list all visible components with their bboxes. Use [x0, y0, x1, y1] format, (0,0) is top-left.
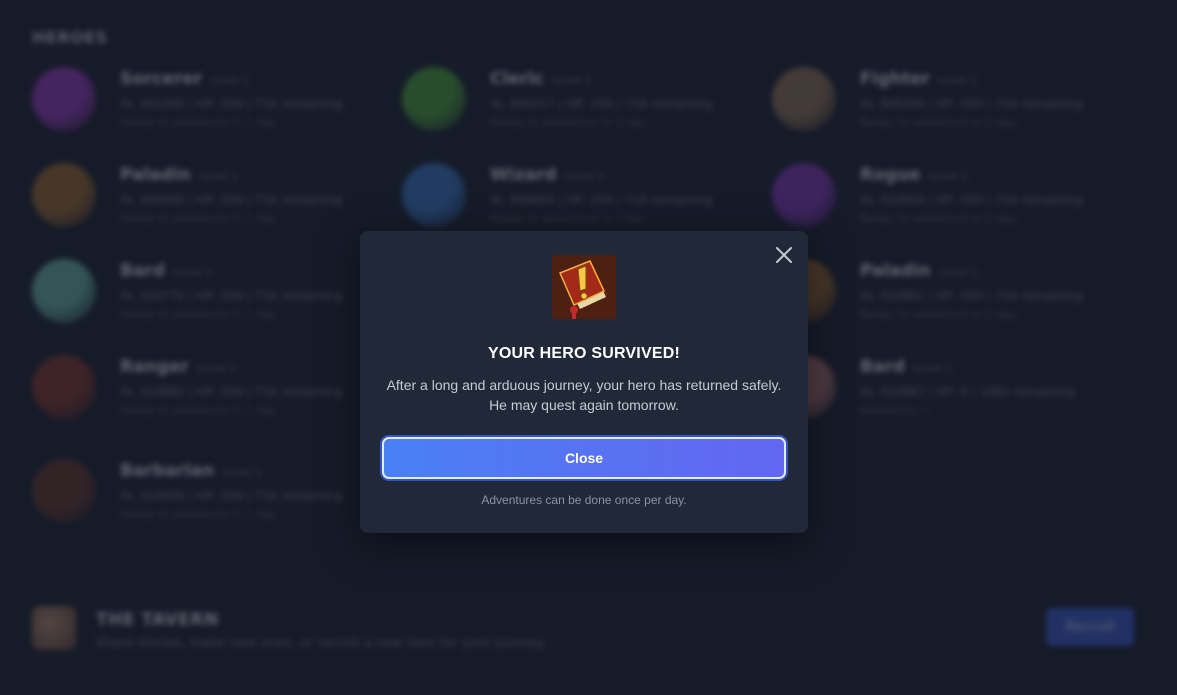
- adventure-limit-note: Adventures can be done once per day.: [481, 493, 687, 507]
- modal-message: After a long and arduous journey, your h…: [386, 377, 782, 413]
- close-icon[interactable]: [774, 245, 794, 265]
- modal-title: YOUR HERO SURVIVED!: [488, 345, 680, 362]
- warning-book-icon: [552, 255, 616, 319]
- app-root: HEROES Sorcerer Level 1 XL 301500 | HP: 2…: [0, 0, 1177, 695]
- close-button[interactable]: Close: [382, 437, 786, 479]
- hero-survived-modal: YOUR HERO SURVIVED! After a long and ard…: [360, 231, 808, 533]
